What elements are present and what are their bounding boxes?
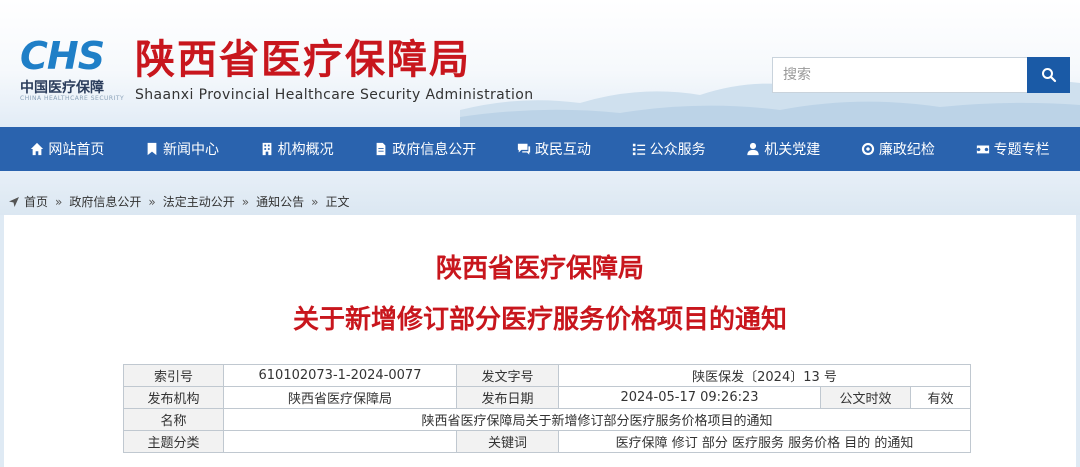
date-label: 发布日期 xyxy=(456,386,559,409)
breadcrumb-separator: » xyxy=(241,194,250,209)
home-icon xyxy=(31,142,44,156)
docno-label: 发文字号 xyxy=(456,364,559,387)
docno-value: 陕医保发〔2024〕13 号 xyxy=(557,364,972,387)
nav-item-label: 政府信息公开 xyxy=(392,142,477,158)
breadcrumb-separator: » xyxy=(311,194,319,209)
breadcrumb-separator: » xyxy=(55,194,63,209)
nav-item-label: 机关党建 xyxy=(764,142,821,158)
target-icon xyxy=(861,142,875,156)
name-value: 陕西省医疗保障局关于新增修订部分医疗服务价格项目的通知 xyxy=(222,408,972,431)
keywords-value: 医疗保障 修订 部分 医疗服务 服务价格 目的 的通知 xyxy=(557,430,972,453)
bookmark-icon xyxy=(147,142,157,156)
nav-item-integrity[interactable]: 廉政纪检 xyxy=(861,139,935,159)
index-label: 索引号 xyxy=(123,364,224,387)
breadcrumb-current: 正文 xyxy=(325,195,350,209)
nav-item-label: 政民互动 xyxy=(534,142,591,158)
breadcrumb-gov-info[interactable]: 政府信息公开 xyxy=(69,193,141,210)
issuer-value: 陕西省医疗保障局 xyxy=(223,386,457,409)
nav-item-label: 网站首页 xyxy=(48,142,105,158)
breadcrumb-separator: » xyxy=(148,194,156,209)
index-value: 610102073-1-2024-0077 xyxy=(223,364,457,387)
nav-item-label: 机构概况 xyxy=(277,142,334,158)
logo-en-text: CHINA HEALTHCARE SECURITY xyxy=(20,95,125,102)
nav-item-organization[interactable]: 机构概况 xyxy=(260,139,334,159)
validity-label: 公文时效 xyxy=(820,386,911,409)
document-icon xyxy=(376,142,386,156)
breadcrumb-statutory[interactable]: 法定主动公开 xyxy=(163,193,235,210)
chat-icon xyxy=(517,143,531,155)
nav-item-interaction[interactable]: 政民互动 xyxy=(517,139,591,159)
article-title-line2: 关于新增修订部分医疗服务价格项目的通知 xyxy=(292,305,787,335)
nav-item-topics[interactable]: 专题专栏 xyxy=(976,139,1050,159)
keywords-label: 关键词 xyxy=(456,430,559,453)
issuer-label: 发布机构 xyxy=(123,386,224,409)
document-meta-table: 索引号 610102073-1-2024-0077 发文字号 陕医保发〔2024… xyxy=(123,364,972,453)
article-title-line1: 陕西省医疗保障局 xyxy=(435,254,644,284)
site-title-en: Shaanxi Provincial Healthcare Security A… xyxy=(135,87,534,103)
logo-mark: CHS xyxy=(20,34,105,78)
nav-item-label: 专题专栏 xyxy=(993,142,1050,158)
search-button[interactable] xyxy=(1027,57,1070,93)
nav-item-label: 新闻中心 xyxy=(162,142,219,158)
search-icon xyxy=(1041,68,1056,83)
table-row: 主题分类 关键词 医疗保障 修订 部分 医疗服务 服务价格 目的 的通知 xyxy=(123,430,972,453)
nav-item-public-service[interactable]: 公众服务 xyxy=(632,139,706,159)
table-row: 发布机构 陕西省医疗保障局 发布日期 2024-05-17 09:26:23 公… xyxy=(123,386,972,409)
topic-label: 主题分类 xyxy=(123,430,224,453)
location-arrow-icon xyxy=(9,196,19,207)
table-row: 索引号 610102073-1-2024-0077 发文字号 陕医保发〔2024… xyxy=(123,364,972,387)
building-icon xyxy=(262,142,272,156)
nav-item-gov-info[interactable]: 政府信息公开 xyxy=(374,139,476,159)
validity-value: 有效 xyxy=(909,386,972,409)
table-row: 名称 陕西省医疗保障局关于新增修订部分医疗服务价格项目的通知 xyxy=(123,408,972,431)
breadcrumb-notices[interactable]: 通知公告 xyxy=(256,193,304,210)
breadcrumb-home[interactable]: 首页 xyxy=(24,193,48,210)
name-label: 名称 xyxy=(123,408,224,431)
site-title-cn: 陕西省医疗保障局 xyxy=(135,37,471,83)
breadcrumb: 首页 » 政府信息公开 » 法定主动公开 » 通知公告 » 正文 xyxy=(8,193,349,210)
topic-value xyxy=(223,430,457,453)
nav-item-label: 廉政纪检 xyxy=(878,142,935,158)
chs-logo[interactable]: CHS 中国医疗保障 CHINA HEALTHCARE SECURITY xyxy=(20,36,132,106)
nav-item-home[interactable]: 网站首页 xyxy=(30,139,104,159)
nav-item-news[interactable]: 新闻中心 xyxy=(145,139,219,159)
date-value: 2024-05-17 09:26:23 xyxy=(558,386,821,409)
logo-cn-text: 中国医疗保障 xyxy=(20,80,104,96)
list-icon xyxy=(632,143,645,156)
search-input[interactable] xyxy=(772,57,1028,93)
main-nav: 网站首页 新闻中心 机构概况 政府信息公开 政民互动 公众服务 机关党建 廉政纪… xyxy=(0,127,1080,171)
nav-item-party[interactable]: 机关党建 xyxy=(746,139,820,159)
binoculars-icon xyxy=(976,145,989,154)
user-icon xyxy=(747,142,759,156)
nav-item-label: 公众服务 xyxy=(649,142,706,158)
